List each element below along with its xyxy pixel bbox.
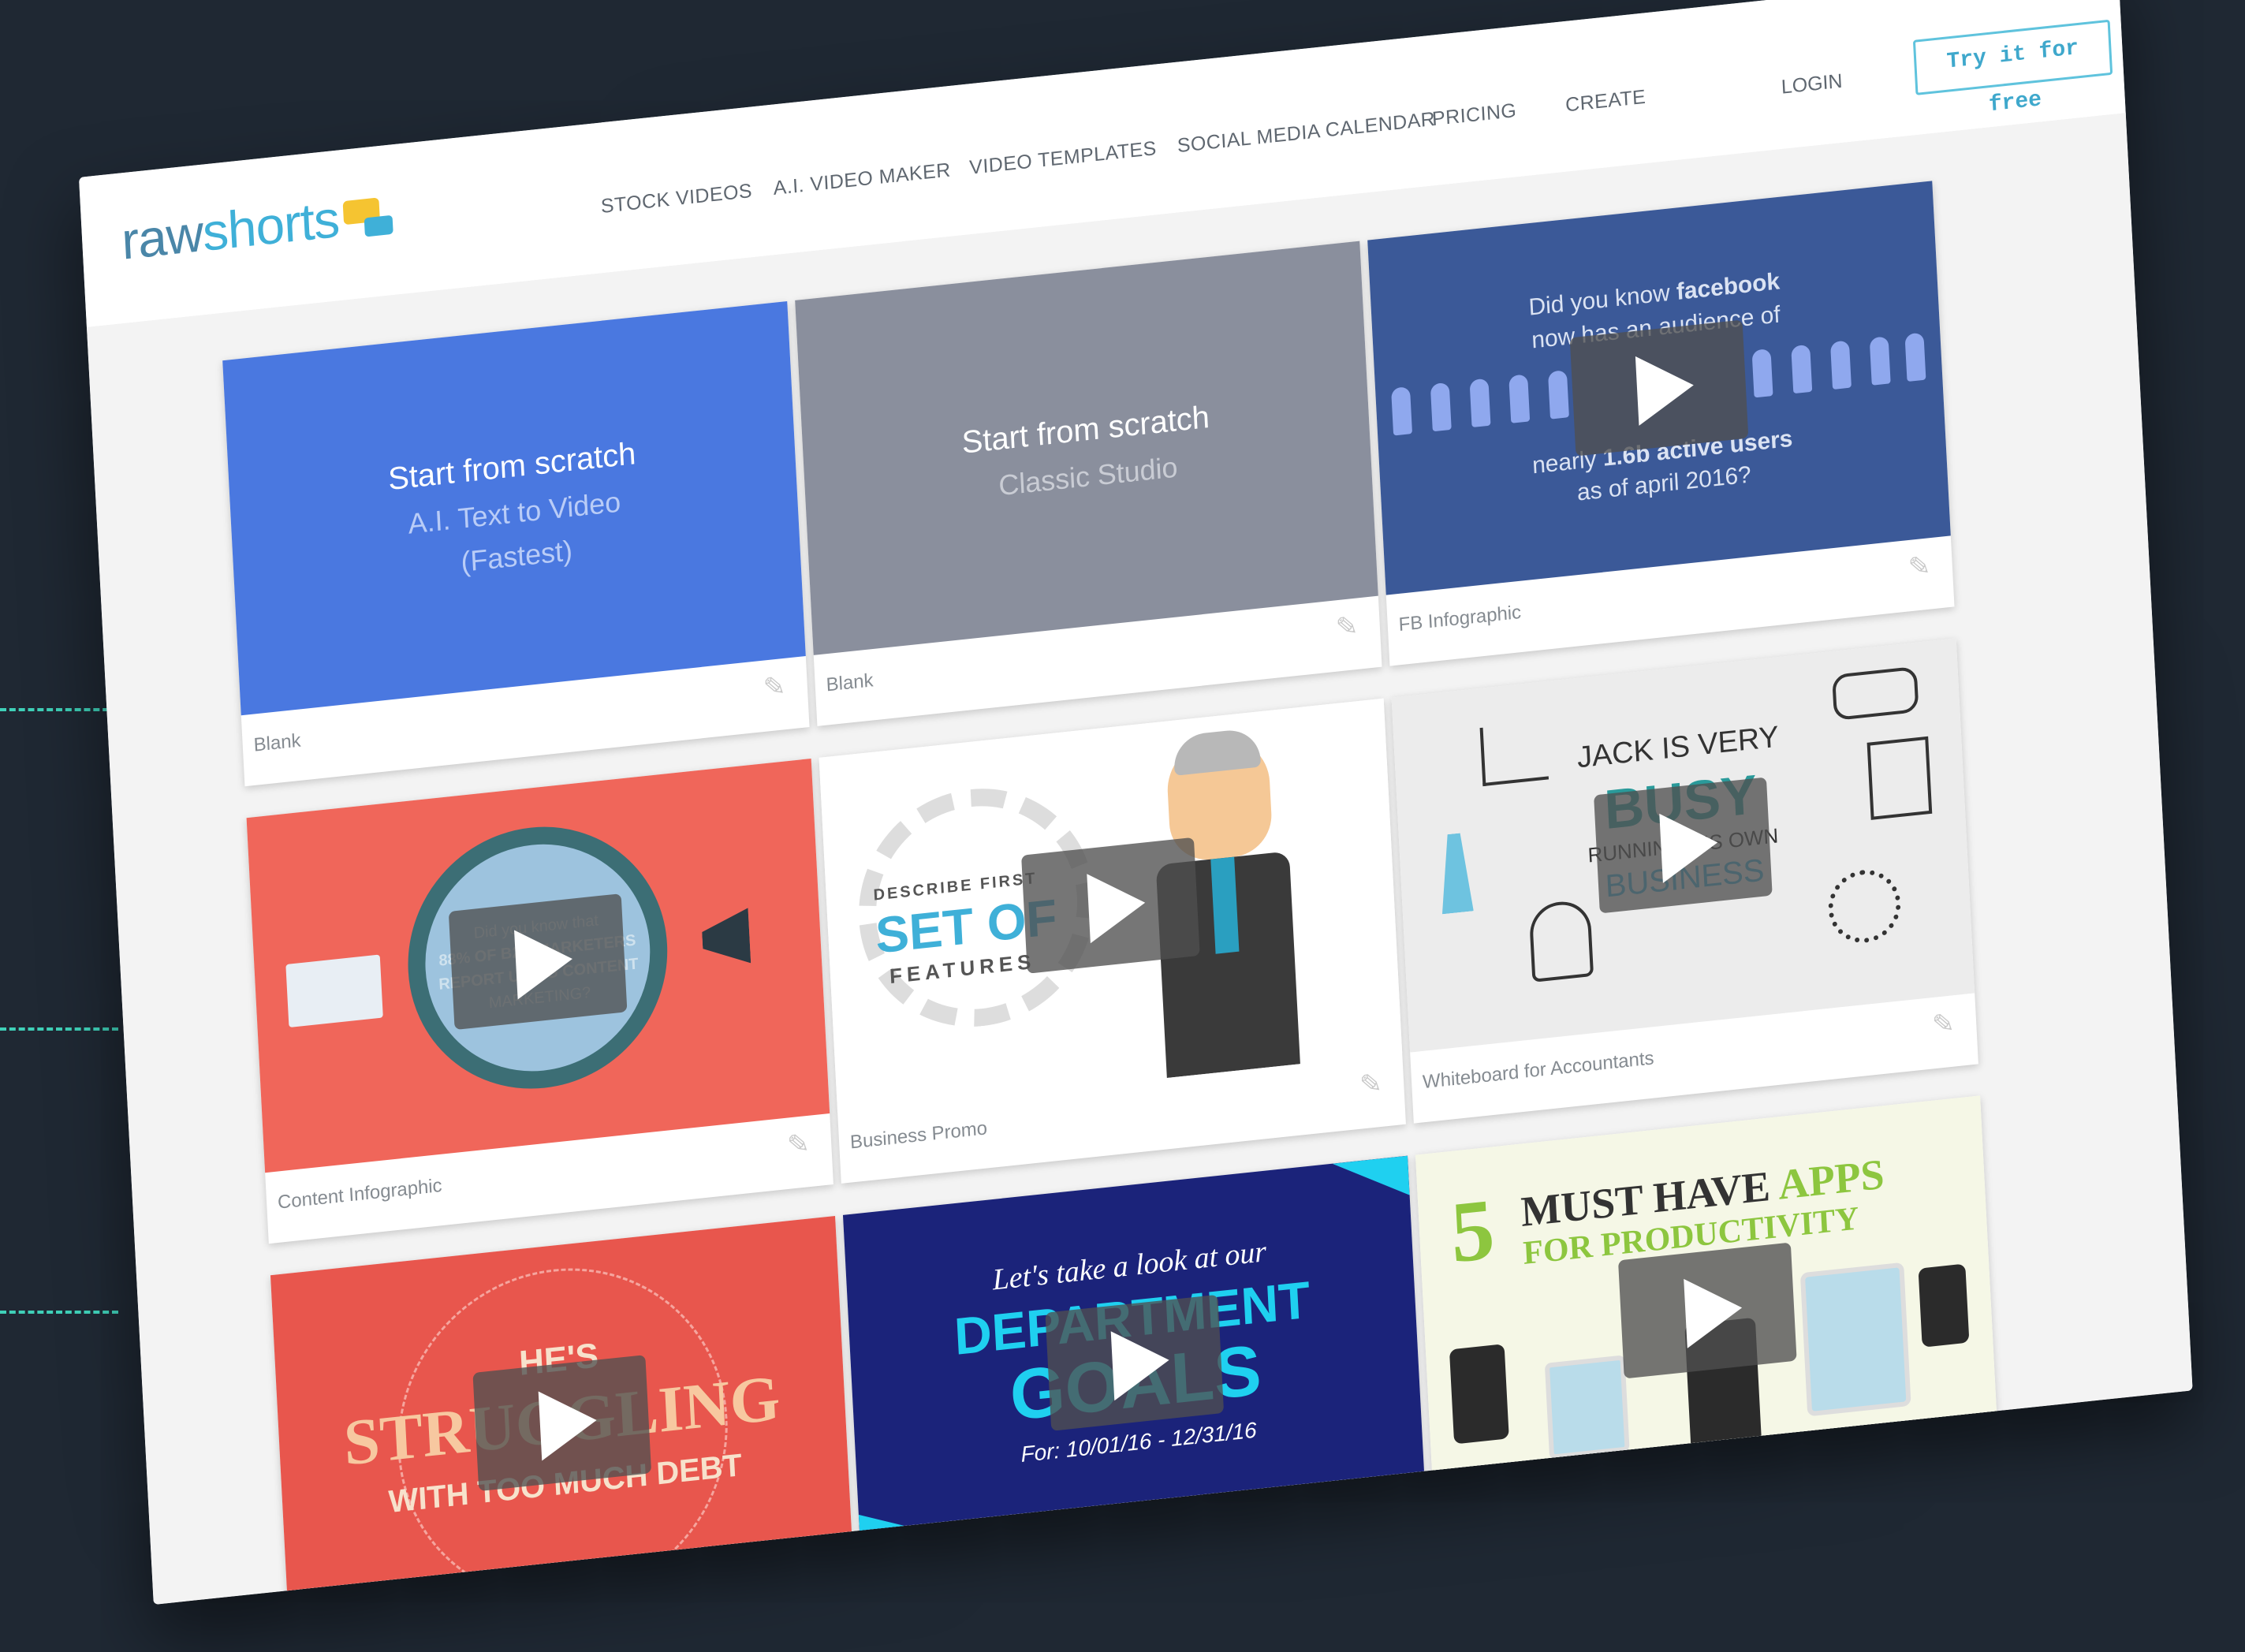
login-link[interactable]: LOGIN <box>1781 70 1843 99</box>
edit-icon[interactable]: ✎ <box>1908 550 1936 583</box>
nav-video-templates[interactable]: VIDEO TEMPLATES <box>969 137 1158 180</box>
card-thumbnail[interactable]: 5 MUST HAVE APPS FOR PRODUCTIVITY <box>1415 1095 1999 1510</box>
phone-icon <box>1449 1344 1509 1445</box>
play-button[interactable] <box>448 893 628 1031</box>
play-button[interactable] <box>1021 837 1200 974</box>
edit-icon[interactable]: ✎ <box>811 1586 839 1605</box>
try-it-for-free-button[interactable]: Try it for free <box>1912 19 2113 117</box>
card-label: FB Infographic <box>1398 601 1522 636</box>
template-card-blank-ai[interactable]: Start from scratch A.I. Text to Video (F… <box>222 300 810 787</box>
template-card-department-goals[interactable]: Let's take a look at our DEPARTMENT GOAL… <box>842 1155 1430 1605</box>
nav-stock-videos[interactable]: STOCK VIDEOS <box>600 180 753 218</box>
card-thumbnail[interactable]: DESCRIBE FIRST SET OF FEATURES <box>819 698 1403 1113</box>
card-text-line-1: 5 <box>1448 1180 1497 1281</box>
card-label: Blank <box>253 729 302 756</box>
decorative-dash-line-1 <box>0 708 118 711</box>
card-thumbnail[interactable]: Let's take a look at our DEPARTMENT GOAL… <box>842 1155 1426 1570</box>
edit-icon[interactable]: ✎ <box>1335 611 1363 643</box>
template-card-content-infographic[interactable]: Did you know that 88% OF B2B MARKETERS R… <box>246 758 833 1244</box>
template-card-blank-classic[interactable]: Start from scratch Classic Studio Blank … <box>795 241 1382 726</box>
edit-icon[interactable]: ✎ <box>786 1128 815 1161</box>
browser-page: rawshorts STOCK VIDEOS A.I. VIDEO MAKER … <box>79 0 2193 1605</box>
speech-bubble-icon-secondary <box>364 214 393 237</box>
tablet-icon-2 <box>1799 1262 1911 1417</box>
play-button[interactable] <box>1045 1294 1225 1431</box>
nav-create[interactable]: CREATE <box>1564 86 1646 117</box>
edit-icon[interactable]: ✎ <box>763 671 791 703</box>
edit-icon[interactable]: ✎ <box>1359 1068 1387 1101</box>
play-button[interactable] <box>1594 777 1773 914</box>
card-thumbnail[interactable]: Did you know facebook now has an audienc… <box>1367 181 1951 595</box>
corner-accent-2 <box>859 1498 1019 1570</box>
businessman-tie <box>1210 856 1240 954</box>
card-label: Content Infographic <box>277 1174 443 1214</box>
nav-social-media-calendar[interactable]: SOCIAL MEDIA CALENDAR <box>1177 108 1436 158</box>
play-button[interactable] <box>472 1355 652 1492</box>
template-card-productivity-apps[interactable]: 5 MUST HAVE APPS FOR PRODUCTIVITY ✎ <box>1415 1095 2003 1581</box>
rawshorts-logo[interactable]: rawshorts <box>120 183 393 271</box>
edit-icon[interactable]: ✎ <box>1931 1008 1960 1040</box>
edit-icon[interactable]: ✎ <box>1956 1465 1984 1497</box>
play-button[interactable] <box>1569 319 1749 457</box>
corner-accent <box>1282 1156 1410 1209</box>
card-thumbnail[interactable]: Did you know that 88% OF B2B MARKETERS R… <box>246 758 830 1173</box>
template-card-debt[interactable]: HE'S STRUGGLING WITH TOO MUCH DEBT ✎ <box>270 1215 858 1605</box>
decorative-dash-line-3 <box>0 1311 118 1314</box>
phone-icon-2 <box>1918 1263 1970 1348</box>
card-thumbnail[interactable]: JACK IS VERY BUSY RUNNING HIS OWN BUSINE… <box>1391 638 1975 1053</box>
card-label: Whiteboard for Accountants <box>1422 1047 1655 1094</box>
template-card-whiteboard-accountants[interactable]: JACK IS VERY BUSY RUNNING HIS OWN BUSINE… <box>1391 638 1978 1124</box>
edit-icon[interactable]: ✎ <box>1383 1526 1412 1558</box>
nav-pricing[interactable]: PRICING <box>1431 99 1517 131</box>
tablet-icon <box>1544 1355 1630 1460</box>
template-gallery: Start from scratch A.I. Text to Video (F… <box>86 113 2193 1605</box>
card-thumbnail[interactable]: Start from scratch Classic Studio <box>795 241 1378 655</box>
card-thumbnail[interactable]: HE'S STRUGGLING WITH TOO MUCH DEBT <box>270 1215 854 1605</box>
template-card-fb-infographic[interactable]: Did you know facebook now has an audienc… <box>1367 181 1955 666</box>
card-thumbnail[interactable]: Start from scratch A.I. Text to Video (F… <box>222 300 806 716</box>
nav-ai-video-maker[interactable]: A.I. VIDEO MAKER <box>773 158 951 200</box>
card-label: Blank <box>826 669 875 696</box>
template-card-business-promo[interactable]: DESCRIBE FIRST SET OF FEATURES Business … <box>819 698 1406 1184</box>
decorative-dash-line-2 <box>0 1027 118 1031</box>
card-label: Business Promo <box>849 1117 988 1154</box>
play-button[interactable] <box>1617 1242 1797 1379</box>
